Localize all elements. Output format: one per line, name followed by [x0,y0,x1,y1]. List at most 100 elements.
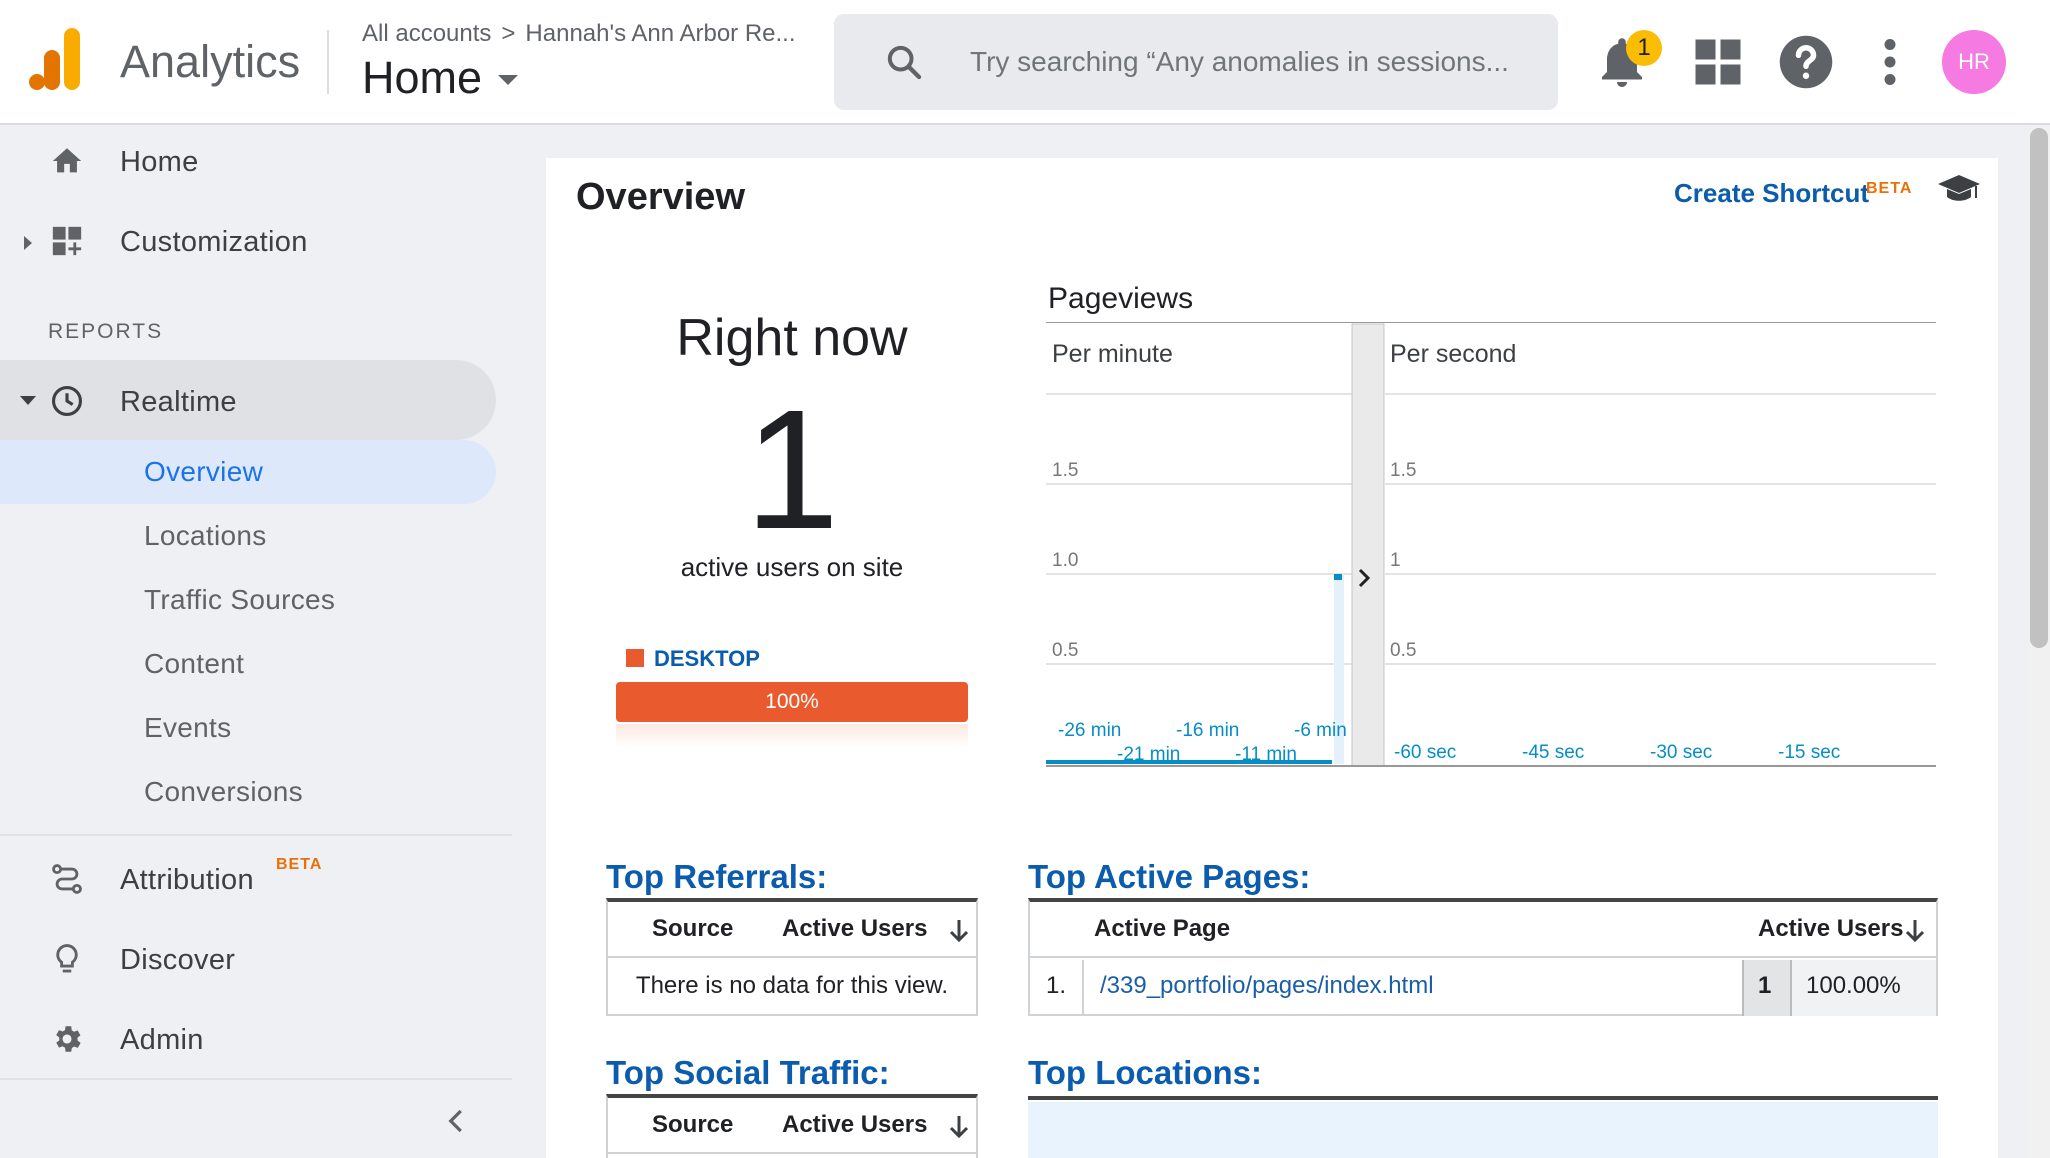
graduation-cap-icon[interactable] [1936,172,1982,208]
nav-label: Realtime [120,386,237,418]
per-second-label: Per second [1390,340,1516,368]
collapse-sidebar-icon[interactable] [442,1106,472,1136]
x-tick-label: -6 min [1294,720,1347,741]
col-active-users[interactable]: Active Users [782,1111,927,1139]
col-active-users[interactable]: Active Users [782,915,927,943]
nav-label: Home [120,146,199,178]
col-source[interactable]: Source [652,915,733,943]
nav-sub-events[interactable]: Events [144,712,231,744]
help-icon[interactable] [1776,32,1836,92]
right-now-title: Right now [676,309,908,367]
nav-customization[interactable]: Customization [0,206,496,276]
nav-realtime[interactable]: Realtime [0,366,496,436]
y-tick-label: 0.5 [1390,640,1416,661]
per-second-ticks: -60 sec -45 sec -30 sec -15 sec [1394,742,1840,763]
sort-arrow-down-icon[interactable] [948,918,970,944]
row-rank: 1. [1046,972,1067,999]
per-minute-grid: 0.5 1.0 1.5 [1046,393,1352,665]
sidebar-divider [0,834,512,836]
more-vert-icon[interactable] [1860,32,1920,92]
search-input[interactable] [970,40,1530,84]
top-active-pages-table: Active Page Active Users 1. /339_portfol… [1028,898,1938,1016]
breadcrumb-property[interactable]: Hannah's Ann Arbor Re... [525,20,795,47]
caret-down-icon[interactable] [498,75,518,85]
search-icon[interactable] [884,42,924,82]
analytics-logo-icon[interactable] [28,28,88,94]
breadcrumb-root[interactable]: All accounts [362,20,491,47]
nav-attribution[interactable]: Attribution [0,844,496,914]
top-referrals-title: Top Referrals: [606,858,828,895]
sidebar: Home Customization REPORTS Realtime Over… [0,126,512,1158]
create-shortcut-link[interactable]: Create Shortcut [1674,178,1869,209]
top-referrals-table: Source Active Users There is no data for… [606,898,978,1016]
device-label[interactable]: DESKTOP [654,646,760,672]
table-header-row: Active Page Active Users [1030,902,1936,958]
x-tick-label: -11 min [1235,744,1297,765]
table-header-row: Source Active Users [608,902,976,958]
device-percent-bar[interactable]: 100% [616,682,968,722]
y-tick-label: 0.5 [1052,640,1078,661]
row-users: 1 [1758,972,1772,999]
per-minute-ticks: -26 min -21 min -16 min -11 min -6 min [1058,720,1347,765]
view-selector[interactable]: Home [362,52,482,104]
nav-label: Discover [120,944,236,976]
sidebar-divider [0,1078,512,1080]
nav-discover[interactable]: Discover [0,924,496,994]
y-tick-label: 1.5 [1390,460,1416,481]
nav-sub-overview[interactable]: Overview [144,456,263,488]
page-link[interactable]: /339_portfolio/pages/index.html [1100,972,1434,1000]
top-active-pages-title: Top Active Pages: [1028,858,1311,895]
dashboard-add-icon [52,226,82,256]
x-tick-label: -45 sec [1522,742,1584,763]
nav-sub-locations[interactable]: Locations [144,520,267,552]
breadcrumb[interactable]: All accounts > Hannah's Ann Arbor Re... [362,20,796,48]
scrollbar-thumb[interactable] [2030,128,2048,648]
nav-admin[interactable]: Admin [0,1004,496,1074]
home-icon [52,148,82,173]
top-locations-title: Top Locations: [1028,1054,1263,1091]
active-user-count: 1 [744,375,840,565]
top-social-title: Top Social Traffic: [606,1054,890,1091]
nav-label: Admin [120,1024,204,1056]
sort-arrow-down-icon[interactable] [948,1114,970,1140]
breadcrumb-separator: > [501,20,516,47]
avatar[interactable]: HR [1942,30,2006,94]
reports-section-header: REPORTS [48,320,164,343]
nav-label: Attribution [120,864,254,896]
notification-badge[interactable]: 1 [1626,30,1662,66]
y-tick-label: 1.0 [1052,550,1078,571]
header-divider [327,30,329,94]
nav-sub-content[interactable]: Content [144,648,244,680]
row-percent: 100.00% [1806,972,1901,999]
apps-grid-icon[interactable] [1688,32,1748,92]
clock-icon [51,385,83,417]
app-title[interactable]: Analytics [120,36,300,88]
nav-label: Customization [120,226,308,258]
col-source[interactable]: Source [652,1111,733,1139]
top-app-bar: Analytics All accounts > Hannah's Ann Arbo… [0,0,2050,125]
pageviews-title: Pageviews [1048,282,1194,315]
empty-state-text: There is no data for this view. [635,972,949,999]
page-title: Overview [576,176,745,218]
y-tick-label: 1.5 [1052,460,1078,481]
top-locations-map[interactable] [1028,1102,1938,1158]
search-bar[interactable] [834,14,1558,110]
top-social-table: Source Active Users [606,1094,978,1158]
col-active-users[interactable]: Active Users [1758,915,1903,943]
table-header-row: Source Active Users [608,1098,976,1154]
overview-card: Overview Create Shortcut BETA Right now … [546,158,1998,1158]
nav-sub-conversions[interactable]: Conversions [144,776,303,808]
panel-divider [1351,323,1385,767]
col-active-page[interactable]: Active Page [1094,915,1230,943]
nav-home[interactable]: Home [0,126,496,196]
x-tick-label: -30 sec [1650,742,1712,763]
per-minute-label: Per minute [1052,340,1173,368]
beta-badge: BETA [1866,180,1913,197]
nav-sub-traffic-sources[interactable]: Traffic Sources [144,584,335,616]
cell-divider [1082,960,1084,1016]
y-tick-label: 1 [1390,550,1401,571]
per-second-grid: 0.5 1 1.5 [1384,393,1936,665]
locations-rule [1028,1096,1938,1100]
sort-arrow-down-icon[interactable] [1904,918,1926,944]
beta-badge: BETA [276,856,323,873]
